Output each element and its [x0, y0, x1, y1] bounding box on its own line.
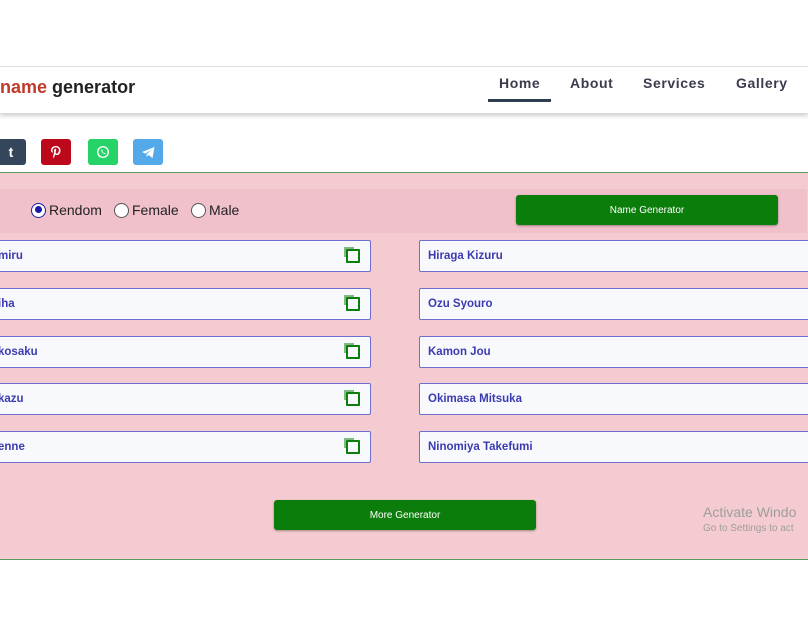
generator-panel: Rendom Female Male Name Generator miru i… — [0, 172, 808, 560]
name-value: miru — [0, 250, 23, 262]
logo-accent-text: name — [0, 77, 48, 97]
name-value: Ninomiya Takefumi — [428, 441, 533, 453]
tumblr-share-button[interactable]: t — [0, 139, 26, 165]
name-value: Okimasa Mitsuka — [428, 393, 522, 405]
name-field-left-3[interactable]: kosaku — [0, 336, 371, 368]
radio-rendom-dot[interactable] — [31, 202, 46, 218]
telegram-share-button[interactable] — [133, 139, 163, 165]
logo-text: generator — [52, 77, 136, 97]
name-field-left-1[interactable]: miru — [0, 240, 371, 272]
name-field-right-3[interactable]: Kamon Jou — [419, 336, 808, 368]
name-field-left-5[interactable]: enne — [0, 431, 371, 463]
nav-about[interactable]: About — [570, 75, 613, 91]
copy-icon[interactable] — [344, 438, 360, 454]
name-value: enne — [0, 441, 25, 453]
name-value: kosaku — [0, 346, 38, 358]
pinterest-share-button[interactable] — [41, 139, 71, 165]
name-value: iha — [0, 298, 15, 310]
name-value: Hiraga Kizuru — [428, 250, 503, 262]
radio-male-label: Male — [209, 202, 240, 218]
name-field-right-5[interactable]: Ninomiya Takefumi — [419, 431, 808, 463]
site-header: name generator Home About Services Galle… — [0, 66, 808, 113]
radio-female-dot[interactable] — [114, 202, 129, 218]
name-field-left-4[interactable]: kazu — [0, 383, 371, 415]
name-field-right-4[interactable]: Okimasa Mitsuka — [419, 383, 808, 415]
watermark-line-2: Go to Settings to act — [703, 523, 794, 534]
name-field-left-2[interactable]: iha — [0, 288, 371, 320]
pinterest-icon — [50, 145, 62, 159]
radio-female-label: Female — [132, 202, 179, 218]
nav-active-indicator — [488, 99, 551, 102]
radio-male-dot[interactable] — [191, 202, 206, 218]
name-field-right-1[interactable]: Hiraga Kizuru — [419, 240, 808, 272]
telegram-icon — [141, 146, 156, 159]
nav-gallery[interactable]: Gallery — [736, 75, 788, 91]
watermark-line-1: Activate Windo — [703, 504, 797, 520]
name-field-right-2[interactable]: Ozu Syouro — [419, 288, 808, 320]
activate-windows-watermark: Activate Windo Go to Settings to act — [703, 504, 796, 534]
copy-icon[interactable] — [344, 295, 360, 311]
nav-services[interactable]: Services — [643, 75, 705, 91]
copy-icon[interactable] — [344, 343, 360, 359]
more-generator-button[interactable]: More Generator — [274, 500, 536, 530]
radio-male[interactable]: Male — [191, 202, 239, 218]
copy-icon[interactable] — [344, 247, 360, 263]
name-value: Ozu Syouro — [428, 298, 493, 310]
nav-home[interactable]: Home — [499, 75, 540, 91]
whatsapp-icon — [96, 145, 110, 159]
whatsapp-share-button[interactable] — [88, 139, 118, 165]
tumblr-icon: t — [8, 144, 14, 160]
name-value: Kamon Jou — [428, 346, 491, 358]
radio-female[interactable]: Female — [114, 202, 179, 218]
site-logo[interactable]: name generator — [0, 77, 135, 98]
copy-icon[interactable] — [344, 390, 360, 406]
radio-rendom-label: Rendom — [49, 202, 102, 218]
radio-rendom[interactable]: Rendom — [31, 202, 102, 218]
name-generator-button[interactable]: Name Generator — [516, 195, 778, 225]
name-value: kazu — [0, 393, 24, 405]
